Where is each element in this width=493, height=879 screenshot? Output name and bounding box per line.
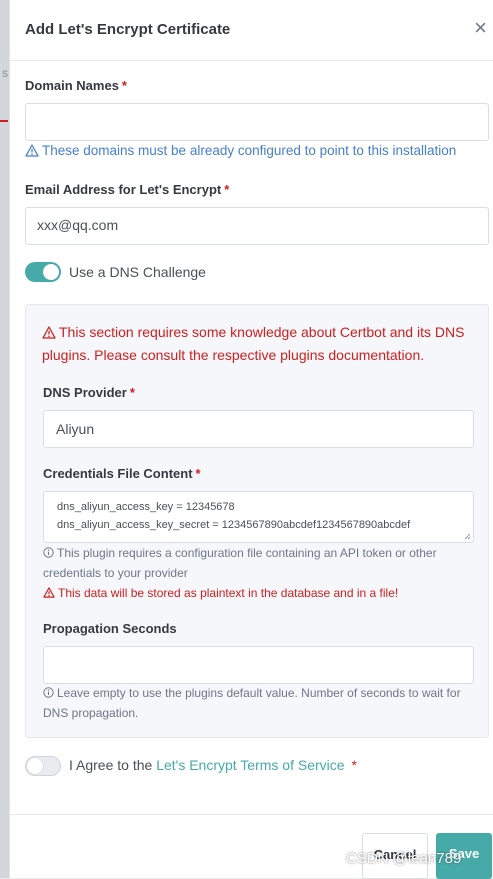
add-certificate-modal: Add Let's Encrypt Certificate × Domain N…	[9, 0, 493, 879]
domain-names-input[interactable]	[25, 103, 489, 141]
credentials-label-text: Credentials File Content	[43, 466, 193, 481]
domain-hint: These domains must be already configured…	[25, 143, 456, 158]
plaintext-warning: This data will be stored as plaintext in…	[43, 583, 398, 603]
modal-title: Add Let's Encrypt Certificate	[25, 21, 231, 38]
resize-handle-icon[interactable]	[464, 533, 471, 540]
credentials-info-line-1: This plugin requires a configuration fil…	[57, 546, 437, 560]
dns-challenge-label: Use a DNS Challenge	[69, 264, 206, 280]
propagation-label: Propagation Seconds	[43, 621, 177, 636]
modal-footer: Cancel Save	[10, 814, 493, 879]
credentials-label: Credentials File Content *	[43, 466, 201, 481]
dns-provider-select[interactable]: Aliyun	[43, 410, 474, 448]
agree-terms-label: I Agree to the Let's Encrypt Terms of Se…	[69, 757, 357, 773]
credentials-textarea[interactable]: dns_aliyun_access_key = 12345678 dns_ali…	[43, 491, 474, 543]
email-input[interactable]: xxx@qq.com	[25, 207, 489, 245]
required-mark: *	[129, 385, 135, 400]
required-mark: *	[224, 182, 230, 197]
info-circle-icon	[43, 687, 54, 698]
info-circle-icon	[43, 547, 54, 558]
email-label-text: Email Address for Let's Encrypt	[25, 182, 222, 197]
warning-triangle-icon	[25, 144, 39, 157]
agree-terms-toggle[interactable]	[25, 756, 61, 776]
dns-challenge-panel: This section requires some knowledge abo…	[25, 304, 489, 738]
plaintext-warning-text: This data will be stored as plaintext in…	[58, 586, 399, 600]
warning-triangle-icon	[43, 587, 55, 598]
credentials-info: This plugin requires a configuration fil…	[43, 543, 437, 563]
domain-names-label: Domain Names *	[25, 78, 127, 93]
required-mark: *	[351, 757, 357, 773]
required-mark: *	[195, 466, 201, 481]
warning-triangle-icon	[42, 326, 56, 339]
credentials-line-1: dns_aliyun_access_key = 12345678	[57, 501, 235, 513]
propagation-info: Leave empty to use the plugins default v…	[43, 683, 461, 703]
propagation-info-line-1: Leave empty to use the plugins default v…	[57, 686, 461, 700]
credentials-line-2: dns_aliyun_access_key_secret = 123456789…	[57, 519, 411, 531]
propagation-info-line-2: DNS propagation.	[43, 706, 139, 720]
dns-challenge-toggle[interactable]	[25, 262, 61, 282]
watermark: CSDN @lean789	[346, 850, 462, 867]
email-label: Email Address for Let's Encrypt *	[25, 182, 229, 197]
modal-header: Add Let's Encrypt Certificate ×	[10, 0, 493, 61]
propagation-seconds-input[interactable]	[43, 646, 474, 684]
background-red-line	[0, 120, 8, 122]
domain-hint-text: These domains must be already configured…	[42, 143, 457, 158]
terms-of-service-link[interactable]: Let's Encrypt Terms of Service	[156, 757, 344, 773]
dns-warning: This section requires some knowledge abo…	[42, 321, 464, 344]
required-mark: *	[121, 78, 127, 93]
dns-warning-line-1: This section requires some knowledge abo…	[59, 324, 465, 340]
background-text: s	[2, 66, 8, 80]
dns-provider-label-text: DNS Provider	[43, 385, 127, 400]
domain-names-label-text: Domain Names	[25, 78, 119, 93]
close-icon[interactable]: ×	[474, 16, 487, 40]
dns-provider-label: DNS Provider *	[43, 385, 135, 400]
dns-warning-line-2: plugins. Please consult the respective p…	[42, 347, 425, 363]
agree-prefix: I Agree to the	[69, 757, 153, 773]
credentials-info-line-2: credentials to your provider	[43, 566, 188, 580]
